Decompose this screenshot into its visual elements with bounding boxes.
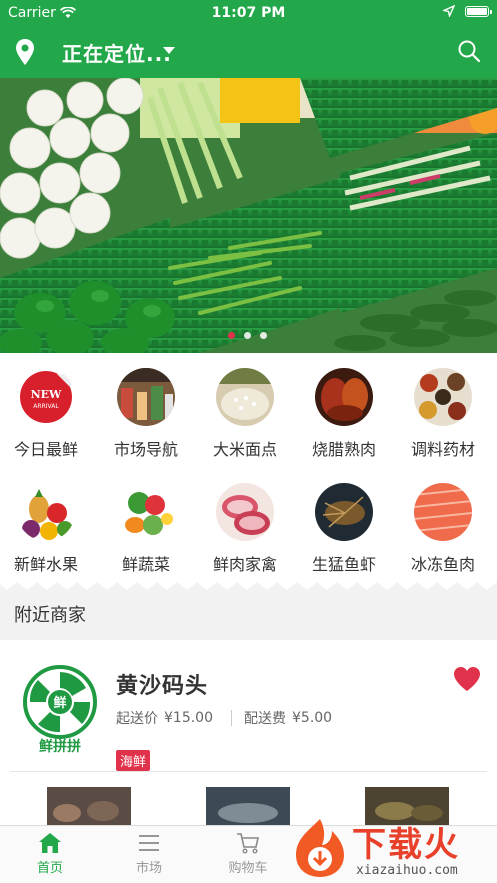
tab-home[interactable]: 首页 bbox=[0, 832, 100, 876]
location-arrow-icon bbox=[443, 5, 455, 17]
status-bar: Carrier 11:07 PM bbox=[0, 0, 497, 26]
tab-market[interactable]: 市场 bbox=[99, 832, 199, 876]
category-label: 冰冻鱼肉 bbox=[410, 555, 475, 574]
tab-label: 购物车 bbox=[228, 861, 268, 876]
category-grid: NEW ARRIVAL 今日最鲜 市场导航 大米面点 烧腊熟肉 调料药材 新鲜水… bbox=[0, 353, 497, 583]
category-label: 鲜蔬菜 bbox=[121, 555, 170, 574]
banner-dot[interactable] bbox=[260, 332, 267, 339]
home-icon bbox=[39, 833, 61, 853]
dropdown-caret-icon[interactable] bbox=[163, 47, 175, 54]
seafood-icon bbox=[315, 483, 373, 541]
category-item[interactable]: 冰冻鱼肉 bbox=[393, 483, 493, 575]
category-item[interactable]: 鲜蔬菜 bbox=[96, 483, 196, 575]
watermark-url: xiazaihuo.com bbox=[356, 863, 458, 878]
category-label: 烧腊熟肉 bbox=[311, 440, 376, 459]
category-item[interactable]: 鲜肉家禽 bbox=[195, 483, 295, 575]
rice-icon bbox=[216, 368, 274, 426]
category-label: 调料药材 bbox=[410, 440, 475, 459]
shop-name[interactable]: 黄沙码头 bbox=[116, 668, 208, 700]
logo-center-text: 鲜 bbox=[53, 695, 66, 711]
category-item[interactable]: 烧腊熟肉 bbox=[294, 368, 394, 460]
product-thumbnail[interactable] bbox=[47, 787, 131, 825]
nearby-section-header: 附近商家 bbox=[0, 590, 497, 640]
status-right bbox=[443, 5, 492, 17]
tab-label: 市场 bbox=[135, 861, 162, 876]
favorite-heart-icon[interactable] bbox=[453, 666, 481, 692]
category-item[interactable]: 生猛鱼虾 bbox=[294, 483, 394, 575]
delivery-fee-value: ¥5.00 bbox=[292, 710, 333, 726]
watermark: 下载火 xiazaihuo.com bbox=[290, 815, 497, 883]
flame-logo-icon bbox=[296, 819, 344, 877]
min-order-label: 起送价 bbox=[116, 711, 158, 727]
market-icon bbox=[117, 368, 175, 426]
frozen-fish-icon bbox=[414, 483, 472, 541]
category-label: 新鲜水果 bbox=[13, 555, 78, 574]
new-arrival-icon: NEW ARRIVAL bbox=[17, 368, 75, 426]
cart-icon bbox=[237, 833, 259, 854]
fruit-icon bbox=[17, 483, 75, 541]
shop-logo: 鲜 鲜拼拼 bbox=[23, 665, 97, 754]
location-pin-icon[interactable] bbox=[14, 38, 36, 66]
category-item[interactable]: 调料药材 bbox=[393, 368, 493, 460]
meat-icon bbox=[216, 483, 274, 541]
category-item[interactable]: 大米面点 bbox=[195, 368, 295, 460]
tab-label: 首页 bbox=[36, 861, 63, 876]
category-label: 生猛鱼虾 bbox=[311, 555, 376, 574]
location-label[interactable]: 正在定位... bbox=[62, 38, 172, 67]
watermark-text: 下载火 bbox=[352, 825, 460, 865]
delivery-fee-label: 配送费 bbox=[244, 711, 286, 727]
status-time: 11:07 PM bbox=[211, 5, 286, 21]
banner-dot[interactable] bbox=[244, 332, 251, 339]
shop-meta: 起送价 ¥15.00 配送费 ¥5.00 bbox=[116, 708, 332, 728]
spices-icon bbox=[414, 368, 472, 426]
category-label: 今日最鲜 bbox=[13, 440, 78, 459]
min-order-value: ¥15.00 bbox=[164, 710, 213, 726]
section-title: 附近商家 bbox=[14, 605, 86, 626]
banner-dot[interactable] bbox=[228, 332, 235, 339]
banner-image bbox=[0, 78, 497, 353]
battery-icon bbox=[465, 5, 492, 17]
search-icon[interactable] bbox=[457, 39, 481, 63]
shop-divider bbox=[10, 771, 487, 772]
svg-text:ARRIVAL: ARRIVAL bbox=[33, 403, 59, 410]
tab-cart[interactable]: 购物车 bbox=[198, 832, 298, 876]
banner-pagination[interactable] bbox=[228, 332, 267, 339]
category-label: 大米面点 bbox=[212, 440, 277, 459]
category-item[interactable]: 新鲜水果 bbox=[0, 483, 96, 575]
top-bar: Carrier 11:07 PM 正在定位... bbox=[0, 0, 497, 78]
promo-banner[interactable] bbox=[0, 78, 497, 353]
category-item[interactable]: 市场导航 bbox=[96, 368, 196, 460]
roast-meat-icon bbox=[315, 368, 373, 426]
zigzag-divider bbox=[0, 578, 497, 590]
shop-card[interactable]: 鲜 鲜拼拼 黄沙码头 起送价 ¥15.00 配送费 ¥5.00 海鲜 bbox=[0, 640, 497, 825]
app-header: 正在定位... bbox=[0, 26, 497, 78]
logo-text: 鲜拼拼 bbox=[39, 738, 81, 754]
product-thumbnail[interactable] bbox=[206, 787, 290, 825]
svg-text:NEW: NEW bbox=[31, 388, 62, 401]
category-tag: 海鲜 bbox=[116, 750, 151, 771]
category-item[interactable]: NEW ARRIVAL 今日最鲜 bbox=[0, 368, 96, 460]
category-label: 鲜肉家禽 bbox=[212, 555, 277, 574]
list-icon bbox=[139, 835, 159, 851]
meta-separator bbox=[231, 710, 232, 726]
category-label: 市场导航 bbox=[113, 440, 178, 459]
vegetables-icon bbox=[117, 483, 175, 541]
